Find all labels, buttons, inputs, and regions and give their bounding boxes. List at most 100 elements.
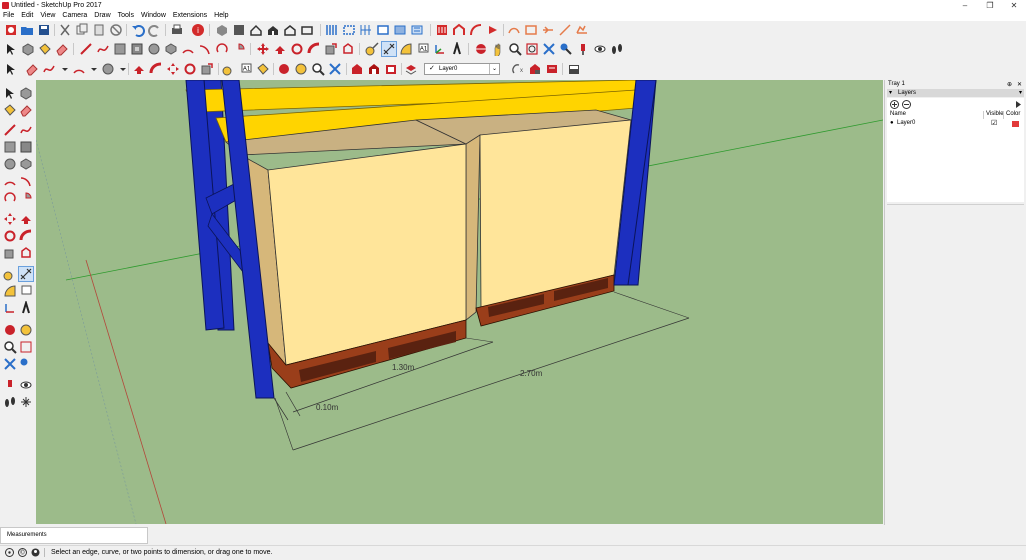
new-model-icon[interactable] xyxy=(4,23,18,37)
credits-icon[interactable]: © xyxy=(18,548,27,557)
chevron-down-icon[interactable]: ⌄ xyxy=(489,64,499,74)
back-edges-icon[interactable] xyxy=(342,23,356,37)
smoove-icon[interactable] xyxy=(469,23,483,37)
back-view-icon[interactable] xyxy=(283,23,297,37)
pan-hand-icon[interactable] xyxy=(491,42,505,56)
menu-camera[interactable]: Camera xyxy=(59,11,91,21)
circle-icon[interactable] xyxy=(147,42,161,56)
open-folder-icon[interactable] xyxy=(20,23,34,37)
two-point-arc-icon[interactable] xyxy=(198,42,212,56)
layers-panel-header[interactable]: ▾ Layers ▾ xyxy=(887,89,1024,97)
zoom-extents-tool-icon[interactable] xyxy=(328,62,342,76)
column-color-header[interactable]: Color xyxy=(1006,111,1020,117)
extension-warehouse-icon[interactable] xyxy=(384,62,398,76)
presentation-icon[interactable] xyxy=(567,62,581,76)
paint-bucket-icon[interactable] xyxy=(38,42,52,56)
minimize-button[interactable]: – xyxy=(953,0,977,11)
pan-hand-icon[interactable] xyxy=(19,323,33,337)
orbit-icon[interactable] xyxy=(474,42,488,56)
position-camera-icon[interactable] xyxy=(559,42,573,56)
rotated-rectangle-icon[interactable] xyxy=(130,42,144,56)
pin-icon[interactable]: ⊕ xyxy=(1007,81,1012,88)
dimension-icon[interactable] xyxy=(381,41,397,57)
circle-tool-icon[interactable] xyxy=(101,62,115,76)
scene-style-icon[interactable] xyxy=(528,62,542,76)
xray-icon[interactable] xyxy=(325,23,339,37)
walk-eye-icon[interactable] xyxy=(19,378,33,392)
menu-window[interactable]: Window xyxy=(138,11,170,21)
dropdown-arrow-icon[interactable] xyxy=(58,62,72,76)
rotate-icon[interactable] xyxy=(290,42,304,56)
arc-icon[interactable] xyxy=(181,42,195,56)
shaded-icon[interactable] xyxy=(393,23,407,37)
menu-tools[interactable]: Tools xyxy=(115,11,138,21)
menu-draw[interactable]: Draw xyxy=(91,11,114,21)
polygon-icon[interactable] xyxy=(164,42,178,56)
column-name-header[interactable]: Name xyxy=(890,111,906,117)
scale-icon[interactable] xyxy=(3,246,17,260)
copy-icon[interactable] xyxy=(75,23,89,37)
scene-canvas[interactable]: 1.30m 2.70m 0.10m xyxy=(36,80,883,524)
panel-menu-icon[interactable]: ▾ xyxy=(1019,89,1022,97)
maximize-button[interactable]: ❐ xyxy=(978,0,1002,11)
move-icon[interactable] xyxy=(3,212,17,226)
menu-edit[interactable]: Edit xyxy=(18,11,37,21)
paint-bucket-icon[interactable] xyxy=(3,103,17,117)
model-info-icon[interactable]: i xyxy=(191,23,205,37)
offset-icon[interactable] xyxy=(341,42,355,56)
zoom-extents-icon[interactable] xyxy=(542,42,556,56)
two-point-arc-icon[interactable] xyxy=(19,174,33,188)
footprints-icon[interactable] xyxy=(610,42,624,56)
rectangle-icon[interactable] xyxy=(3,140,17,154)
footprints-icon[interactable] xyxy=(3,395,17,409)
look-around-icon[interactable] xyxy=(3,378,17,392)
3d-text-icon[interactable] xyxy=(450,42,464,56)
walk-eye-icon[interactable] xyxy=(593,42,607,56)
push-pull-icon[interactable] xyxy=(273,42,287,56)
axes-icon[interactable] xyxy=(433,42,447,56)
pie-icon[interactable] xyxy=(19,191,33,205)
measurements-box[interactable]: Measurements xyxy=(0,527,148,544)
stamp-icon[interactable] xyxy=(486,23,500,37)
make-component-icon[interactable] xyxy=(19,86,33,100)
eraser-icon[interactable] xyxy=(55,42,69,56)
scale-tool-icon[interactable] xyxy=(200,62,214,76)
sandbox-from-scratch-icon[interactable] xyxy=(452,23,466,37)
follow-me-icon[interactable] xyxy=(19,229,33,243)
tape-measure-icon[interactable] xyxy=(3,267,17,281)
wireframe-icon[interactable] xyxy=(359,23,373,37)
three-point-arc-icon[interactable] xyxy=(215,42,229,56)
warehouse-icon[interactable] xyxy=(350,62,364,76)
layer-select[interactable]: ✓ Layer0 ⌄ xyxy=(424,63,500,75)
top-view-icon[interactable] xyxy=(232,23,246,37)
sandbox-from-contours-icon[interactable] xyxy=(435,23,449,37)
column-visible-header[interactable]: Visible xyxy=(986,111,1004,117)
erase-icon[interactable] xyxy=(109,23,123,37)
contour-line-icon[interactable] xyxy=(558,23,572,37)
arc-icon[interactable] xyxy=(3,174,17,188)
zoom-window-icon[interactable] xyxy=(19,340,33,354)
orbit-tool-icon[interactable] xyxy=(277,62,291,76)
text-tool-icon[interactable] xyxy=(19,284,33,298)
drape-icon[interactable] xyxy=(507,23,521,37)
eraser-icon[interactable] xyxy=(19,103,33,117)
position-camera-icon[interactable] xyxy=(19,357,33,371)
layer-color-swatch[interactable] xyxy=(1012,121,1019,127)
rectangle-icon[interactable] xyxy=(113,42,127,56)
line-pencil-icon[interactable] xyxy=(3,123,17,137)
shaded-textures-icon[interactable] xyxy=(410,23,424,37)
arc-tool-icon[interactable] xyxy=(72,62,86,76)
collapse-arrow-icon[interactable]: ▾ xyxy=(889,89,892,97)
push-pull-icon[interactable] xyxy=(19,212,33,226)
save-icon[interactable] xyxy=(37,23,51,37)
redo-icon[interactable] xyxy=(148,23,162,37)
zoom-extents-icon[interactable] xyxy=(3,357,17,371)
look-around-icon[interactable] xyxy=(576,42,590,56)
freehand-tool-icon[interactable] xyxy=(42,62,56,76)
layer-manager-icon[interactable] xyxy=(404,62,418,76)
pan-tool-icon[interactable] xyxy=(294,62,308,76)
cut-icon[interactable] xyxy=(58,23,72,37)
orbit-icon[interactable] xyxy=(3,323,17,337)
select-arrow-icon[interactable] xyxy=(4,42,18,56)
tape-measure-icon[interactable] xyxy=(365,42,379,56)
